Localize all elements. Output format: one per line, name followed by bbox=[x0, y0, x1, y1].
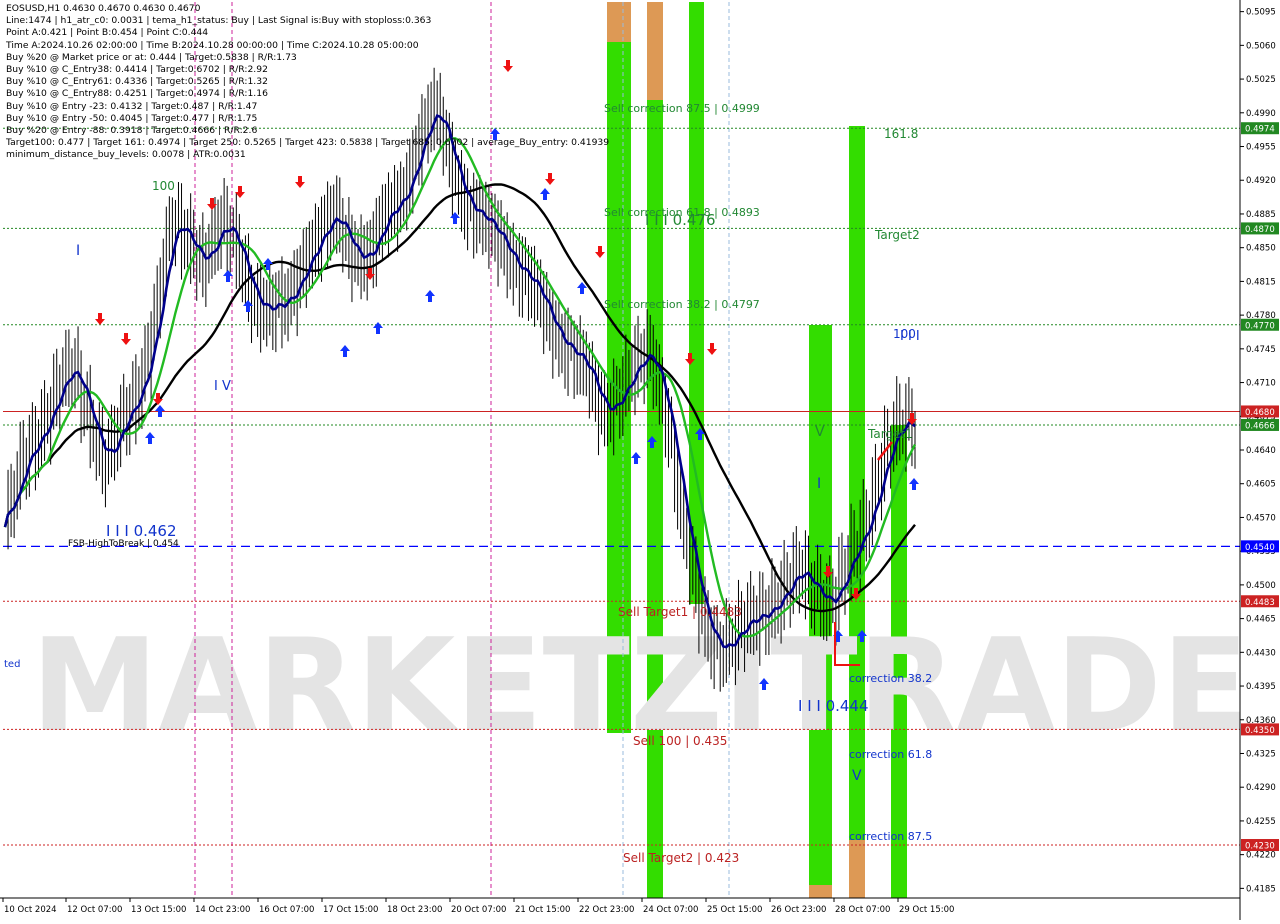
sell-correction-875-label: Sell correction 87.5 | 0.4999 bbox=[604, 102, 760, 115]
wave-0444-label: I I I 0.444 bbox=[798, 697, 869, 715]
price-level-tag-label: 0.4350 bbox=[1245, 726, 1275, 736]
x-tick-label: 26 Oct 23:00 bbox=[771, 905, 826, 915]
price-level-tag-label: 0.4870 bbox=[1245, 225, 1275, 235]
i-label-left: I bbox=[76, 243, 80, 259]
target2-label: Target2 bbox=[874, 228, 920, 242]
sell-arrow-icon bbox=[545, 173, 555, 185]
y-tick-label: 0.4465 bbox=[1246, 615, 1276, 625]
target-1618-label: 161.8 bbox=[884, 127, 918, 141]
hundred-left-label: 100 bbox=[152, 179, 175, 193]
correction-618-label: correction 61.8 bbox=[849, 748, 932, 761]
y-tick-label: 0.4500 bbox=[1246, 581, 1276, 591]
x-tick-label: 13 Oct 15:00 bbox=[131, 905, 186, 915]
time-axis: 10 Oct 2024 12 Oct 07:00 13 Oct 15:00 14 Oc… bbox=[2, 898, 954, 915]
price-level-tag-label: 0.4770 bbox=[1245, 321, 1275, 331]
fsb-label: FSB-HighToBreak | 0.454 bbox=[68, 539, 179, 549]
x-tick-label: 29 Oct 15:00 bbox=[899, 905, 954, 915]
correction-382-label: correction 38.2 bbox=[849, 672, 932, 685]
y-tick-label: 0.4570 bbox=[1246, 513, 1276, 523]
v-label-green: V bbox=[815, 424, 825, 440]
buy-arrow-icon bbox=[145, 432, 155, 444]
sell-100-label: Sell 100 | 0.435 bbox=[633, 734, 727, 748]
zone-layer bbox=[607, 2, 907, 898]
buy-arrow-icon bbox=[155, 405, 165, 417]
wave-0462-label: I I I 0.462 bbox=[106, 522, 177, 540]
y-tick-label: 0.4990 bbox=[1246, 109, 1276, 119]
sell-arrow-icon bbox=[707, 343, 717, 355]
y-tick-label: 0.4185 bbox=[1246, 884, 1276, 894]
x-tick-label: 10 Oct 2024 bbox=[4, 905, 57, 915]
sell-arrow-icon bbox=[95, 313, 105, 325]
x-tick-label: 24 Oct 07:00 bbox=[643, 905, 698, 915]
signal-arrows bbox=[95, 60, 919, 690]
y-tick-label: 0.4815 bbox=[1246, 277, 1276, 287]
i-label-right: I bbox=[817, 476, 821, 492]
x-tick-label: 17 Oct 15:00 bbox=[323, 905, 378, 915]
sell-arrow-icon bbox=[595, 246, 605, 258]
signal-zone bbox=[607, 2, 631, 42]
sell-arrow-icon bbox=[295, 176, 305, 188]
y-tick-label: 0.4920 bbox=[1246, 176, 1276, 186]
signal-zone bbox=[647, 2, 663, 100]
buy-arrow-icon bbox=[373, 322, 383, 334]
y-tick-label: 0.5095 bbox=[1246, 8, 1276, 18]
y-tick-label: 0.4255 bbox=[1246, 817, 1276, 827]
price-level-tag-label: 0.4974 bbox=[1245, 125, 1275, 135]
x-tick-label: 12 Oct 07:00 bbox=[67, 905, 122, 915]
iv-label: I V bbox=[214, 379, 231, 394]
price-level-tag-label: 0.4680 bbox=[1245, 408, 1275, 418]
buy-arrow-icon bbox=[909, 478, 919, 490]
ted-label: ted bbox=[4, 659, 20, 670]
price-chart[interactable]: MARKETZITRADE Sell correction 87.5 | 0.4… bbox=[0, 0, 1280, 920]
price-level-tag-label: 0.4540 bbox=[1245, 543, 1275, 553]
y-tick-label: 0.4395 bbox=[1246, 682, 1276, 692]
v-label-blue: V bbox=[852, 768, 862, 784]
sell-arrow-icon bbox=[503, 60, 513, 72]
y-tick-label: 0.4850 bbox=[1246, 244, 1276, 254]
y-tick-label: 0.4430 bbox=[1246, 648, 1276, 658]
y-tick-label: 0.4745 bbox=[1246, 345, 1276, 355]
price-level-tag-label: 0.4483 bbox=[1245, 598, 1275, 608]
y-tick-label: 0.4605 bbox=[1246, 480, 1276, 490]
buy-arrow-icon bbox=[540, 188, 550, 200]
candle-layer bbox=[7, 67, 916, 692]
wave-0476-label: I I I 0.476 bbox=[645, 211, 716, 229]
iii-label: I I I bbox=[900, 329, 920, 344]
y-tick-label: 0.4640 bbox=[1246, 446, 1276, 456]
price-axis: 0.5095 0.5060 0.5025 0.4990 0.4955 0.4920 0.48… bbox=[0, 0, 1279, 920]
sell-correction-382-label: Sell correction 38.2 | 0.4797 bbox=[604, 298, 760, 311]
buy-arrow-icon bbox=[340, 345, 350, 357]
y-tick-label: 0.4325 bbox=[1246, 749, 1276, 759]
target1-label: Target1 bbox=[867, 427, 913, 441]
y-tick-label: 0.5025 bbox=[1246, 75, 1276, 85]
buy-arrow-icon bbox=[631, 452, 641, 464]
y-tick-label: 0.4220 bbox=[1246, 851, 1276, 861]
x-tick-label: 20 Oct 07:00 bbox=[451, 905, 506, 915]
y-tick-label: 0.4885 bbox=[1246, 210, 1276, 220]
x-tick-label: 18 Oct 23:00 bbox=[387, 905, 442, 915]
buy-arrow-icon bbox=[425, 290, 435, 302]
y-tick-label: 0.4710 bbox=[1246, 379, 1276, 389]
sell-target1-label: Sell Target1 | 0.4483 bbox=[618, 605, 742, 619]
x-tick-label: 28 Oct 07:00 bbox=[835, 905, 890, 915]
sell-target2-label: Sell Target2 | 0.423 bbox=[623, 851, 739, 865]
price-level-tag-label: 0.4230 bbox=[1245, 842, 1275, 852]
price-level-tag-label: 0.4666 bbox=[1245, 421, 1275, 431]
x-tick-label: 22 Oct 23:00 bbox=[579, 905, 634, 915]
y-tick-label: 0.4290 bbox=[1246, 783, 1276, 793]
signal-zone bbox=[849, 840, 865, 898]
correction-875-label: correction 87.5 bbox=[849, 830, 932, 843]
x-tick-label: 16 Oct 07:00 bbox=[259, 905, 314, 915]
y-tick-label: 0.4955 bbox=[1246, 143, 1276, 153]
chart-area[interactable]: MARKETZITRADE Sell correction 87.5 | 0.4… bbox=[0, 0, 1280, 920]
x-tick-label: 14 Oct 23:00 bbox=[195, 905, 250, 915]
x-tick-label: 25 Oct 15:00 bbox=[707, 905, 762, 915]
sell-arrow-icon bbox=[121, 333, 131, 345]
x-tick-label: 21 Oct 15:00 bbox=[515, 905, 570, 915]
signal-zone bbox=[809, 885, 832, 898]
y-tick-label: 0.5060 bbox=[1246, 41, 1276, 51]
